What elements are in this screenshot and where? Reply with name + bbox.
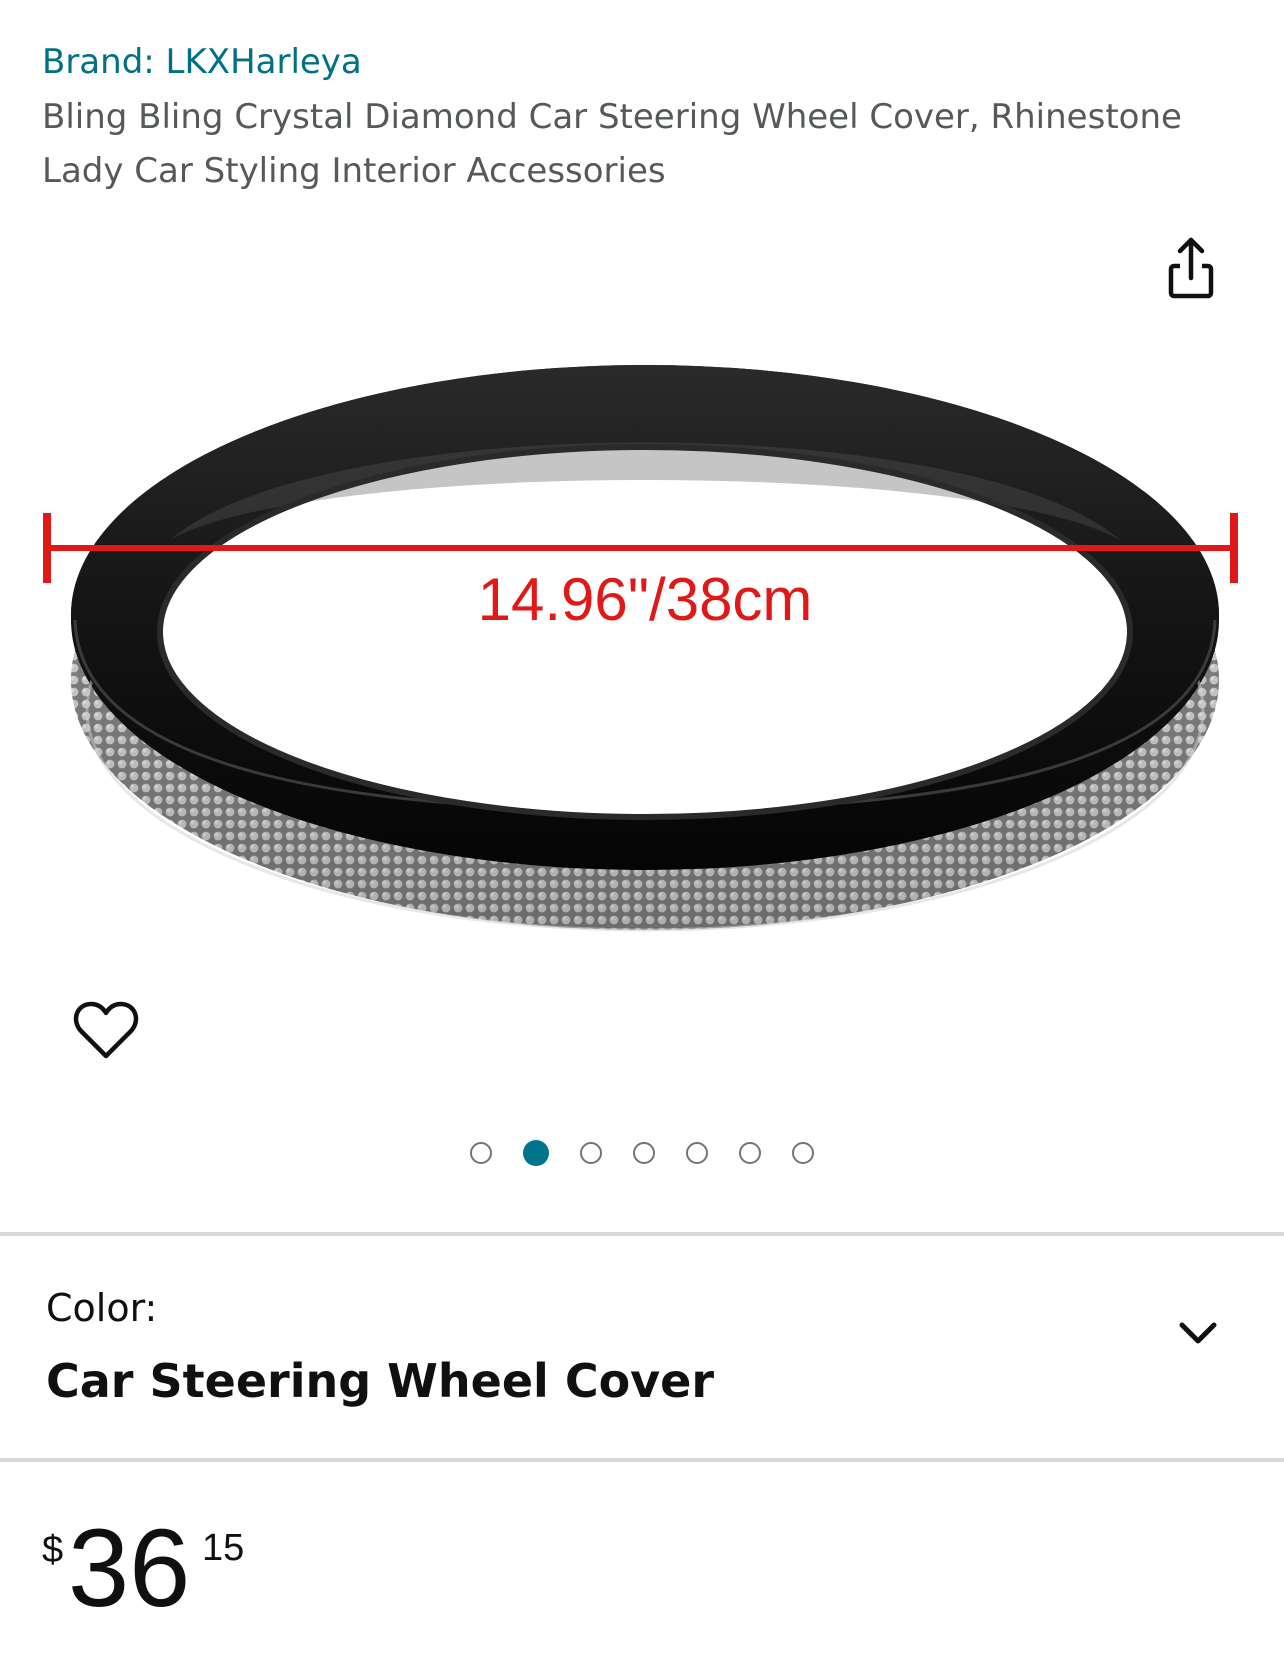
carousel-dot[interactable] bbox=[470, 1142, 492, 1164]
measurement-label: 14.96"/38cm bbox=[478, 566, 813, 633]
section-divider bbox=[0, 1232, 1284, 1236]
heart-icon bbox=[73, 1001, 139, 1059]
carousel-dot[interactable] bbox=[633, 1142, 655, 1164]
price-whole: 36 bbox=[68, 1507, 191, 1630]
color-selector[interactable]: Color: Car Steering Wheel Cover bbox=[0, 1244, 1284, 1454]
color-value: Car Steering Wheel Cover bbox=[46, 1354, 715, 1408]
carousel-dot-active[interactable] bbox=[523, 1140, 549, 1166]
product-title: Bling Bling Crystal Diamond Car Steering… bbox=[42, 97, 1182, 191]
chevron-down-icon bbox=[1179, 1322, 1217, 1344]
brand-link[interactable]: Brand: LKXHarleya bbox=[42, 38, 362, 86]
color-label: Color: bbox=[46, 1286, 158, 1330]
section-divider bbox=[0, 1458, 1284, 1462]
carousel-dot[interactable] bbox=[792, 1142, 814, 1164]
steering-wheel-cover bbox=[71, 365, 1219, 932]
price-symbol: $ bbox=[42, 1529, 64, 1571]
carousel-dot[interactable] bbox=[580, 1142, 602, 1164]
carousel-dot[interactable] bbox=[739, 1142, 761, 1164]
carousel-dot[interactable] bbox=[686, 1142, 708, 1164]
wishlist-button[interactable] bbox=[72, 998, 140, 1062]
product-image[interactable]: 14.96"/38cm bbox=[20, 290, 1270, 1010]
price-fraction: 15 bbox=[202, 1527, 245, 1569]
carousel-indicator bbox=[0, 1140, 1284, 1170]
